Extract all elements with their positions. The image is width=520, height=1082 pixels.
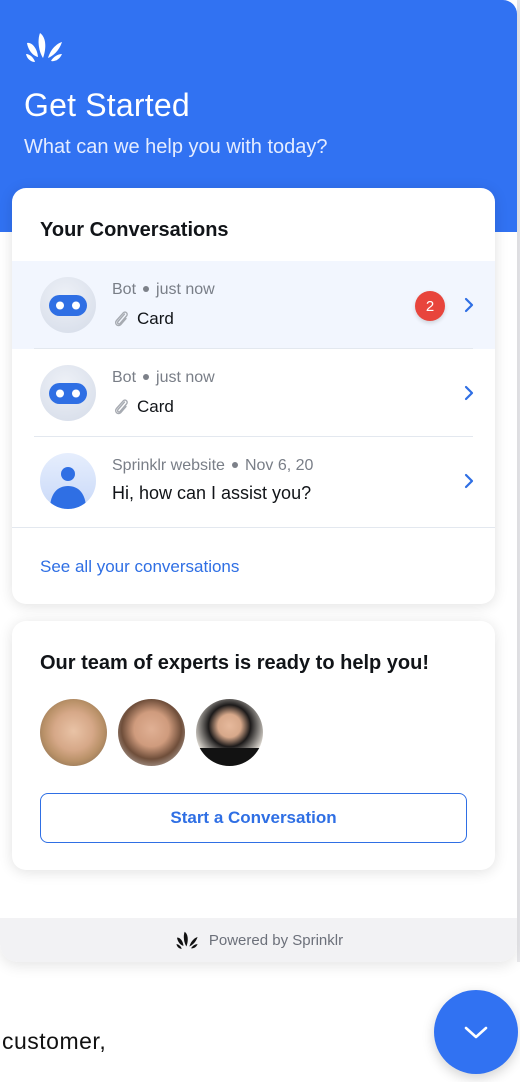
bot-avatar [40, 365, 96, 421]
separator-dot [143, 373, 150, 380]
conversation-sender: Sprinklr website [112, 457, 225, 474]
conversation-time: Nov 6, 20 [244, 457, 314, 474]
page-title: Get Started [24, 87, 190, 123]
background-page-text: customer, [2, 1028, 107, 1054]
conversation-item[interactable]: Bot just now Card 2 [12, 261, 495, 349]
agent-photo-shirt [196, 748, 263, 766]
paperclip-icon [114, 311, 128, 327]
conversation-item[interactable]: Bot just now Card [12, 349, 495, 437]
separator-dot [143, 285, 150, 292]
bot-face-icon [49, 295, 87, 316]
agent-photo [40, 699, 107, 766]
page: customer, Get Started What can we help y… [0, 0, 520, 1082]
powered-by-text: Powered by Sprinklr [208, 931, 344, 949]
conversation-preview-text: Card [137, 309, 174, 328]
powered-by-footer: Powered by Sprinklr [0, 918, 517, 962]
conversation-preview: Card [112, 309, 174, 329]
bot-avatar [40, 277, 96, 333]
agent-photo [118, 699, 185, 766]
paperclip-icon [114, 399, 128, 415]
conversation-sender: Bot [112, 281, 137, 298]
unread-badge: 2 [415, 291, 445, 321]
chevron-right-icon [464, 385, 474, 401]
conversation-meta: Bot just now [112, 369, 215, 387]
chat-widget: Get Started What can we help you with to… [0, 0, 517, 962]
conversation-preview-text: Card [137, 397, 174, 416]
conversation-sender: Bot [112, 369, 137, 386]
conversation-meta: Bot just now [112, 281, 215, 299]
experts-card: Our team of experts is ready to help you… [12, 621, 495, 870]
conversation-item[interactable]: Sprinklr website Nov 6, 20 Hi, how can I … [12, 437, 495, 525]
sprinklr-logo-icon [26, 33, 62, 62]
start-conversation-button[interactable]: Start a Conversation [40, 793, 467, 843]
chevron-right-icon [464, 297, 474, 313]
sprinklr-logo-icon [176, 931, 198, 949]
user-avatar [40, 453, 96, 509]
conversations-card: Your Conversations Bot just now Card 2 B… [12, 188, 495, 604]
page-subtitle: What can we help you with today? [24, 136, 328, 158]
separator-dot [231, 461, 238, 468]
conversation-time: just now [156, 281, 215, 298]
bot-face-icon [49, 383, 87, 404]
divider [12, 527, 495, 528]
minimize-widget-button[interactable] [434, 990, 518, 1074]
conversation-meta: Sprinklr website Nov 6, 20 [112, 457, 313, 475]
see-all-conversations-link[interactable]: See all your conversations [40, 557, 239, 577]
experts-heading: Our team of experts is ready to help you… [40, 652, 429, 674]
conversation-preview: Hi, how can I assist you? [112, 483, 311, 504]
conversation-preview-text: Hi, how can I assist you? [112, 483, 312, 503]
agent-photo [196, 699, 263, 766]
chevron-down-icon [464, 1026, 488, 1039]
conversation-time: just now [156, 369, 215, 386]
conversation-preview: Card [112, 397, 174, 417]
chevron-right-icon [464, 473, 474, 489]
user-icon [50, 467, 86, 509]
conversations-heading: Your Conversations [40, 219, 229, 241]
